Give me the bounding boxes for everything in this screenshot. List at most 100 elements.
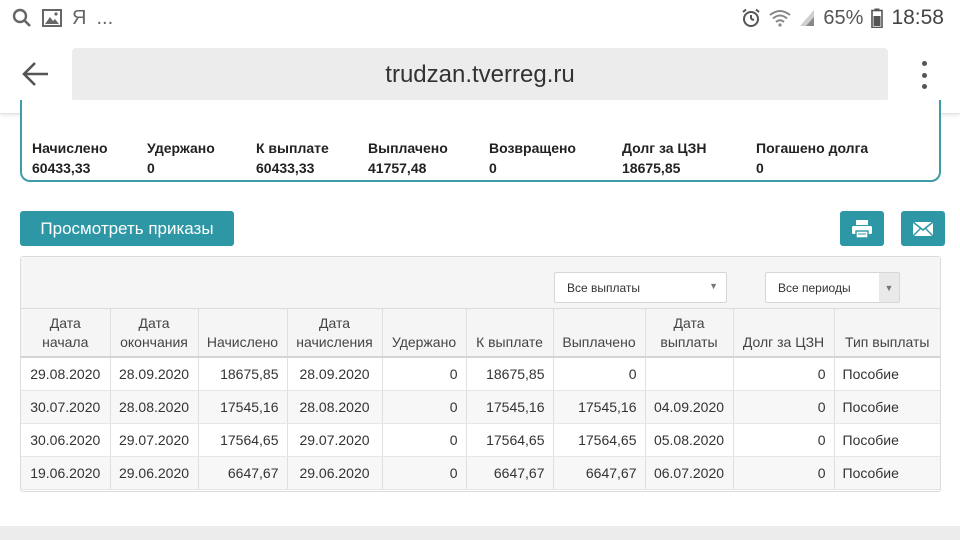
table-cell: 29.06.2020 xyxy=(287,456,383,490)
signal-icon xyxy=(799,9,815,27)
image-icon xyxy=(42,9,62,27)
summary-value: 60433,33 xyxy=(256,160,315,176)
email-button[interactable] xyxy=(901,211,945,246)
dropdown-arrow-icon: ▼ xyxy=(709,281,718,291)
column-header[interactable]: Выплачено xyxy=(553,309,646,358)
summary-label: Удержано xyxy=(147,140,215,156)
table-cell: 17545,16 xyxy=(198,390,288,424)
table-cell: 0 xyxy=(733,456,835,490)
table-cell: Пособие xyxy=(834,456,940,490)
table-cell: 0 xyxy=(733,357,835,391)
payments-filter-value: Все выплаты xyxy=(567,280,641,295)
summary-accrued: Начислено 60433,33 xyxy=(32,138,108,178)
summary-label: Долг за ЦЗН xyxy=(622,140,707,156)
back-button[interactable] xyxy=(20,58,52,90)
wifi-icon xyxy=(769,9,792,27)
status-right: 65% 18:58 xyxy=(741,6,944,30)
table-cell: 29.07.2020 xyxy=(287,423,383,457)
summary-value: 60433,33 xyxy=(32,160,91,176)
summary-label: К выплате xyxy=(256,140,329,156)
table-cell: 28.09.2020 xyxy=(287,357,383,391)
table-cell: 0 xyxy=(733,423,835,457)
table-cell: 6647,67 xyxy=(198,456,288,490)
periods-filter-select[interactable]: Все периоды ▼ xyxy=(765,272,900,303)
summary-to-pay: К выплате 60433,33 xyxy=(256,138,329,178)
table-cell: 0 xyxy=(382,456,467,490)
summary-label: Выплачено xyxy=(368,140,448,156)
table-cell: Пособие xyxy=(834,423,940,457)
column-header[interactable]: Дата окончания xyxy=(110,309,199,358)
periods-filter-value: Все периоды xyxy=(778,280,851,295)
table-cell: 0 xyxy=(553,357,646,391)
table-cell: 6647,67 xyxy=(466,456,554,490)
printer-icon xyxy=(852,219,872,239)
payments-table: Дата начала Дата окончания Начислено Дат… xyxy=(21,309,940,490)
battery-icon xyxy=(871,8,884,28)
summary-withheld: Удержано 0 xyxy=(147,138,215,178)
envelope-icon xyxy=(912,220,934,236)
column-header[interactable]: Тип выплаты xyxy=(834,309,940,358)
column-header[interactable]: К выплате xyxy=(466,309,554,358)
table-cell: 17564,65 xyxy=(553,423,646,457)
view-orders-button[interactable]: Просмотреть приказы xyxy=(20,211,234,246)
table-cell: 0 xyxy=(733,390,835,424)
summary-value: 0 xyxy=(147,160,155,176)
table-cell: 28.09.2020 xyxy=(110,357,199,391)
table-cell: 17564,65 xyxy=(466,423,554,457)
table-cell: 0 xyxy=(382,390,467,424)
column-header[interactable]: Дата начисления xyxy=(287,309,383,358)
table-cell: 0 xyxy=(382,357,467,391)
table-cell: 29.07.2020 xyxy=(110,423,199,457)
address-bar[interactable]: trudzan.tverreg.ru xyxy=(72,48,888,102)
table-cell: 18675,85 xyxy=(466,357,554,391)
summary-value: 41757,48 xyxy=(368,160,427,176)
back-arrow-icon xyxy=(22,62,48,86)
column-header[interactable]: Долг за ЦЗН xyxy=(733,309,835,358)
table-cell: 6647,67 xyxy=(553,456,646,490)
search-icon xyxy=(12,8,32,28)
table-cell xyxy=(645,357,734,391)
table-cell: 04.09.2020 xyxy=(645,390,734,424)
summary-label: Начислено xyxy=(32,140,108,156)
browser-menu-button[interactable] xyxy=(912,58,936,92)
table-row[interactable]: 29.08.2020 28.09.2020 18675,85 28.09.202… xyxy=(21,357,940,391)
column-header[interactable]: Дата начала xyxy=(21,309,111,358)
menu-dot-icon xyxy=(921,72,927,78)
clock: 18:58 xyxy=(891,6,944,29)
table-header-row: Дата начала Дата окончания Начислено Дат… xyxy=(21,309,940,358)
column-header[interactable]: Дата выплаты xyxy=(645,309,734,358)
table-cell: 28.08.2020 xyxy=(287,390,383,424)
table-cell: 28.08.2020 xyxy=(110,390,199,424)
summary-debt: Долг за ЦЗН 18675,85 xyxy=(622,138,707,178)
summary-label: Возвращено xyxy=(489,140,576,156)
status-left: Я ... xyxy=(12,7,113,30)
table-cell: 17545,16 xyxy=(466,390,554,424)
table-row[interactable]: 30.06.2020 29.07.2020 17564,65 29.07.202… xyxy=(21,423,940,457)
payments-filter-select[interactable]: Все выплаты ▼ xyxy=(554,272,727,303)
table-cell: Пособие xyxy=(834,357,940,391)
table-cell: 17564,65 xyxy=(198,423,288,457)
summary-value: 0 xyxy=(489,160,497,176)
column-header[interactable]: Удержано xyxy=(382,309,467,358)
summary-value: 18675,85 xyxy=(622,160,681,176)
dropdown-arrow-icon: ▼ xyxy=(879,273,899,302)
summary-paid: Выплачено 41757,48 xyxy=(368,138,448,178)
carrier-glyph: Я xyxy=(72,6,87,29)
bottom-strip xyxy=(0,526,960,540)
table-row[interactable]: 30.07.2020 28.08.2020 17545,16 28.08.202… xyxy=(21,390,940,424)
payments-panel: Все выплаты ▼ Все периоды ▼ Дата начала … xyxy=(20,256,941,492)
table-cell: 05.08.2020 xyxy=(645,423,734,457)
summary-value: 0 xyxy=(756,160,764,176)
summary-returned: Возвращено 0 xyxy=(489,138,576,178)
table-cell: 19.06.2020 xyxy=(21,456,111,490)
table-cell: 18675,85 xyxy=(198,357,288,391)
table-cell: 06.07.2020 xyxy=(645,456,734,490)
column-header[interactable]: Начислено xyxy=(198,309,288,358)
table-cell: 0 xyxy=(382,423,467,457)
print-button[interactable] xyxy=(840,211,884,246)
summary-label: Погашено долга xyxy=(756,140,869,156)
filter-row: Все выплаты ▼ Все периоды ▼ xyxy=(21,257,940,309)
menu-dot-icon xyxy=(921,84,927,89)
table-row[interactable]: 19.06.2020 29.06.2020 6647,67 29.06.2020… xyxy=(21,456,940,490)
table-cell: 30.07.2020 xyxy=(21,390,111,424)
